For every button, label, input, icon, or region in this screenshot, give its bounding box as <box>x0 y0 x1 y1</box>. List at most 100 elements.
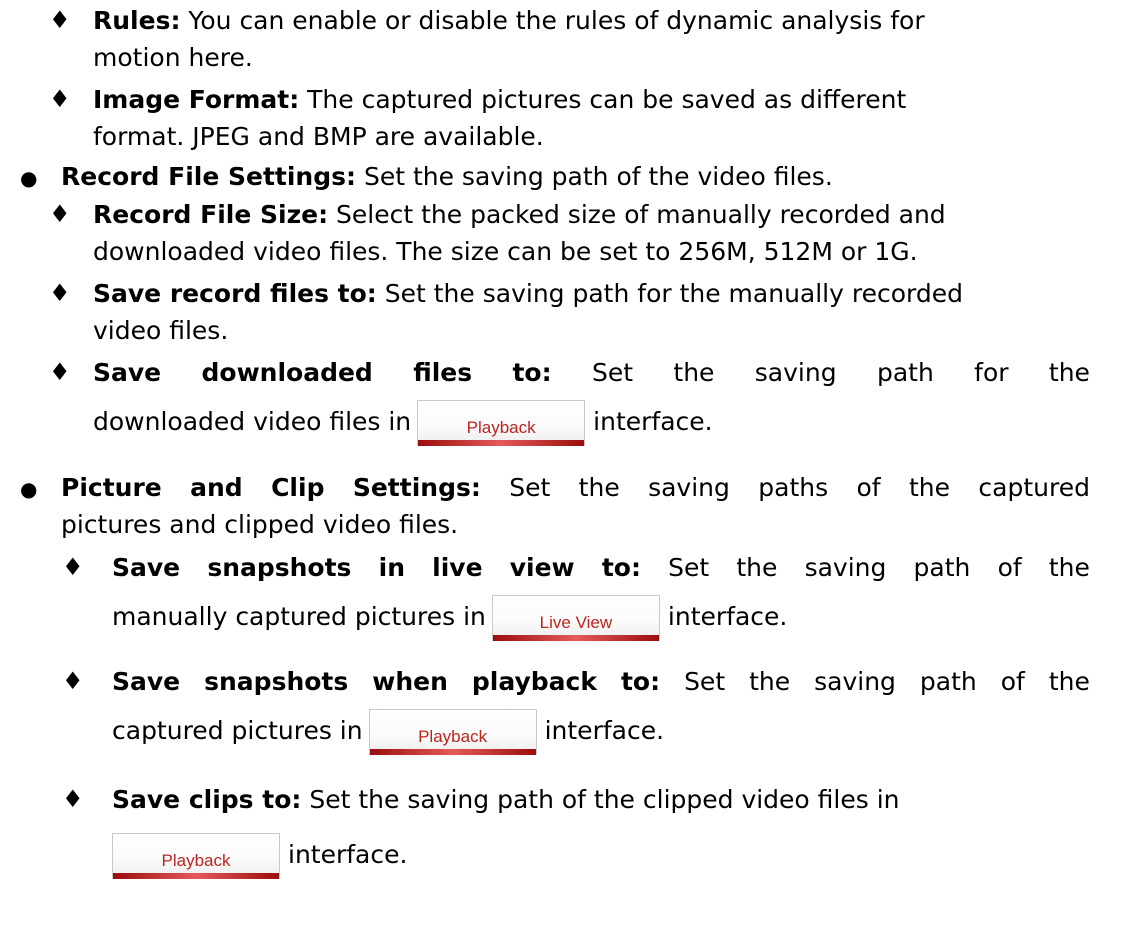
diamond-bullet: ♦ <box>49 279 71 307</box>
image-format-text: The captured pictures can be saved as di… <box>299 85 907 114</box>
save-downloaded-files-item: Save downloaded files to: Set the saving… <box>93 354 1090 391</box>
image-format-text-cont: format. JPEG and BMP are available. <box>93 122 544 151</box>
word: captured <box>978 473 1090 502</box>
dot-bullet: ● <box>20 166 38 190</box>
word: view <box>509 553 575 582</box>
save-snapshots-live-item: Save snapshots in live view to: Set the … <box>112 549 1090 586</box>
playback-button-label: Playback <box>466 418 536 437</box>
diamond-bullet: ♦ <box>62 553 84 581</box>
word: path <box>913 553 971 582</box>
word: Clip <box>271 473 325 502</box>
rules-text-cont: motion here. <box>93 43 253 72</box>
word: the <box>749 667 791 696</box>
save-snapshots-live-text: manually captured pictures in <box>112 602 486 631</box>
interface-text: interface. <box>667 602 788 631</box>
diamond-bullet: ♦ <box>49 200 71 228</box>
word: saving <box>648 473 730 502</box>
word: snapshots <box>207 553 352 582</box>
save-downloaded-files-line2: downloaded video files in Playback interfa… <box>93 399 713 446</box>
save-clips-text: Set the saving path of the clipped video… <box>301 785 900 814</box>
save-record-files-item: Save record files to: Set the saving pat… <box>93 275 963 349</box>
word: of <box>1000 667 1025 696</box>
diamond-bullet: ♦ <box>49 6 71 34</box>
word: saving <box>804 553 887 582</box>
word: Set <box>668 553 710 582</box>
record-file-size-item: Record File Size: Select the packed size… <box>93 196 946 270</box>
live-view-button-label: Live View <box>539 613 613 632</box>
word: saving <box>814 667 896 696</box>
word: playback <box>471 667 597 696</box>
word: of <box>856 473 881 502</box>
save-snapshots-playback-text: captured pictures in <box>112 716 363 745</box>
picture-clip-settings-line1: Picture and Clip Settings: Set the savin… <box>61 469 1090 506</box>
word: Save <box>112 667 181 696</box>
record-file-settings-text: Set the saving path of the video files. <box>356 162 833 191</box>
word: Set <box>509 473 551 502</box>
interface-text: interface. <box>544 716 665 745</box>
word: Save <box>112 553 181 582</box>
save-record-files-label: Save record files to: <box>93 279 377 308</box>
word: Picture <box>61 473 162 502</box>
image-format-item: Image Format: The captured pictures can … <box>93 81 906 155</box>
playback-button[interactable]: Playback <box>112 833 280 879</box>
word: Set <box>684 667 726 696</box>
save-record-files-text-cont: video files. <box>93 316 229 345</box>
word: files <box>413 358 473 387</box>
word: the <box>1048 667 1090 696</box>
word: path <box>876 358 934 387</box>
record-file-settings-item: Record File Settings: Set the saving pat… <box>61 158 833 195</box>
picture-clip-settings-item: Picture and Clip Settings: Set the savin… <box>61 469 1090 543</box>
save-snapshots-playback-item: Save snapshots when playback to: Set the… <box>112 663 1090 700</box>
word: in <box>378 553 405 582</box>
record-file-size-label: Record File Size: <box>93 200 329 229</box>
save-snapshots-live-line2: manually captured pictures in Live View in… <box>112 594 788 641</box>
rules-text: You can enable or disable the rules of d… <box>180 6 925 35</box>
word: the <box>1048 553 1090 582</box>
diamond-bullet: ♦ <box>49 85 71 113</box>
playback-button-label: Playback <box>161 851 231 870</box>
word: to: <box>620 667 661 696</box>
word: of <box>997 553 1022 582</box>
word: for <box>974 358 1009 387</box>
word: to: <box>512 358 552 387</box>
word: paths <box>758 473 829 502</box>
diamond-bullet: ♦ <box>49 358 71 386</box>
word: Save <box>93 358 162 387</box>
diamond-bullet: ♦ <box>62 667 84 695</box>
diamond-bullet: ♦ <box>62 785 84 813</box>
save-snapshots-live-line1: Save snapshots in live view to: Set the … <box>112 549 1090 586</box>
word: to: <box>601 553 641 582</box>
record-file-size-text-cont: downloaded video files. The size can be … <box>93 237 918 266</box>
word: the <box>673 358 715 387</box>
word: Set <box>591 358 634 387</box>
save-clips-line2: Playback interface. <box>112 832 408 879</box>
picture-clip-settings-text-cont: pictures and clipped video files. <box>61 510 459 539</box>
save-downloaded-files-line1: Save downloaded files to: Set the saving… <box>93 354 1090 391</box>
record-file-size-text: Select the packed size of manually recor… <box>328 200 946 229</box>
save-downloaded-files-text: downloaded video files in <box>93 407 412 436</box>
save-snapshots-playback-line2: captured pictures in Playback interface. <box>112 708 665 755</box>
save-record-files-text: Set the saving path for the manually rec… <box>376 279 963 308</box>
record-file-settings-label: Record File Settings: <box>61 162 357 191</box>
word: and <box>190 473 243 502</box>
word: the <box>1048 358 1090 387</box>
word: the <box>909 473 951 502</box>
interface-text: interface. <box>288 840 408 869</box>
playback-button[interactable]: Playback <box>417 400 586 446</box>
rules-label: Rules: <box>93 6 181 35</box>
word: the <box>736 553 778 582</box>
word: live <box>432 553 483 582</box>
word: snapshots <box>204 667 349 696</box>
interface-text: interface. <box>593 407 713 436</box>
word: downloaded <box>201 358 373 387</box>
dot-bullet: ● <box>20 477 38 501</box>
playback-button-label: Playback <box>418 727 488 746</box>
live-view-button[interactable]: Live View <box>491 595 660 641</box>
word: when <box>372 667 448 696</box>
playback-button[interactable]: Playback <box>368 709 537 755</box>
word: saving <box>754 358 837 387</box>
save-snapshots-playback-line1: Save snapshots when playback to: Set the… <box>112 663 1090 700</box>
save-clips-item: Save clips to: Set the saving path of th… <box>112 781 900 818</box>
word: path <box>919 667 977 696</box>
word: the <box>578 473 620 502</box>
